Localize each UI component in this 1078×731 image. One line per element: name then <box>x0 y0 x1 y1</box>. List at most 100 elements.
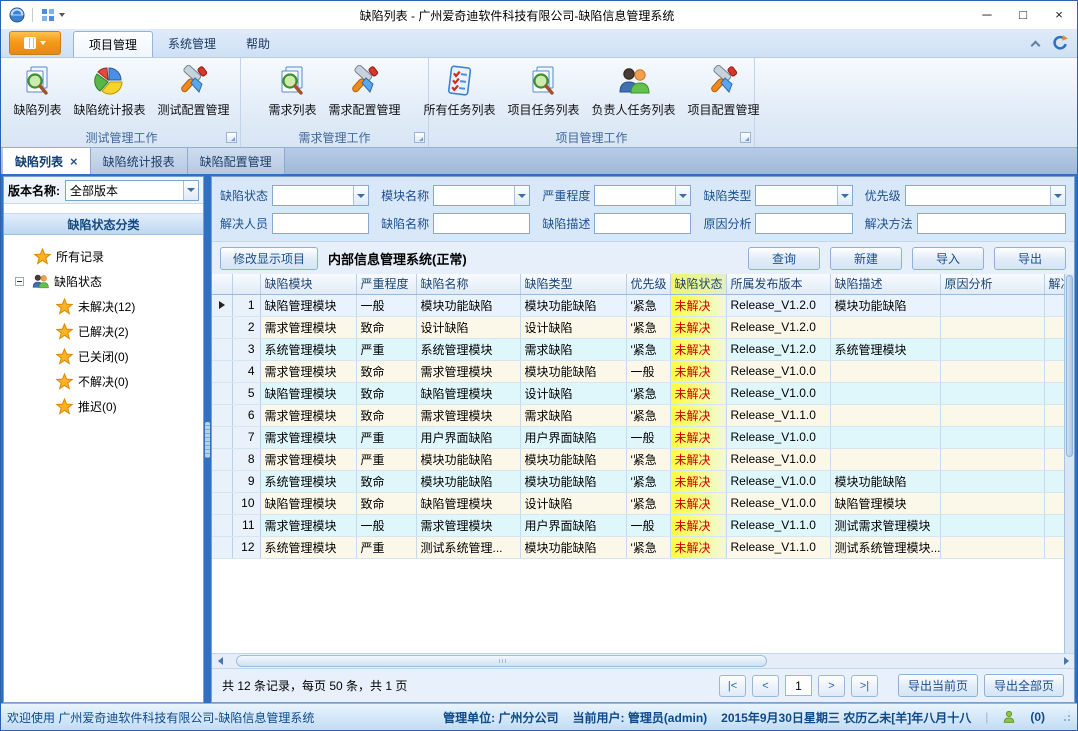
cell-type[interactable]: 需求缺陷 <box>520 338 626 360</box>
dropdown-arrow-icon[interactable] <box>675 186 690 205</box>
ribbon-button[interactable]: 缺陷列表 <box>8 63 66 120</box>
cell-solution[interactable] <box>1044 536 1064 558</box>
cell-priority[interactable]: '紧急 <box>626 470 670 492</box>
cell-priority[interactable]: 一般 <box>626 514 670 536</box>
export-current-page-button[interactable]: 导出当前页 <box>898 674 978 697</box>
cell-release[interactable]: Release_V1.2.0 <box>726 294 830 316</box>
splitter-grip[interactable] <box>205 422 210 458</box>
ribbon-button[interactable]: 项目任务列表 <box>502 63 584 120</box>
column-header[interactable]: 缺陷状态 <box>670 274 726 294</box>
cell-description[interactable]: 测试需求管理模块 <box>830 514 940 536</box>
cell-status[interactable]: 未解决 <box>670 360 726 382</box>
ribbon-button[interactable]: 缺陷统计报表 <box>68 63 150 120</box>
cell-name[interactable]: 系统管理模块 <box>416 338 520 360</box>
cell-release[interactable]: Release_V1.0.0 <box>726 426 830 448</box>
cell-description[interactable] <box>830 448 940 470</box>
cell-priority[interactable]: 一般 <box>626 360 670 382</box>
cell-module[interactable]: 系统管理模块 <box>260 470 356 492</box>
cell-module[interactable]: 需求管理模块 <box>260 404 356 426</box>
cell-name[interactable]: 模块功能缺陷 <box>416 294 520 316</box>
first-page-button[interactable]: |< <box>719 675 746 697</box>
ribbon-button[interactable]: 需求配置管理 <box>324 63 406 120</box>
next-page-button[interactable]: > <box>818 675 845 697</box>
horizontal-scrollbar-track[interactable] <box>228 654 1058 668</box>
column-header[interactable]: 缺陷名称 <box>416 274 520 294</box>
layout-icon[interactable] <box>40 7 56 23</box>
tree-expander-icon[interactable] <box>15 277 24 286</box>
cell-severity[interactable]: 致命 <box>356 404 416 426</box>
help-icon[interactable] <box>1051 34 1069 52</box>
cell-type[interactable]: 用户界面缺陷 <box>520 426 626 448</box>
table-row[interactable]: 1 缺陷管理模块 一般 模块功能缺陷 模块功能缺陷 '紧急 未解决 Releas… <box>212 294 1064 316</box>
filter-input[interactable] <box>917 213 1066 234</box>
ribbon-button[interactable]: 需求列表 <box>263 63 321 120</box>
cell-solution[interactable] <box>1044 448 1064 470</box>
filter-input[interactable] <box>272 213 369 234</box>
cell-severity[interactable]: 致命 <box>356 382 416 404</box>
cell-status[interactable]: 未解决 <box>670 448 726 470</box>
vertical-scrollbar[interactable] <box>1064 274 1074 653</box>
action-button[interactable]: 新建 <box>830 247 902 270</box>
cell-name[interactable]: 模块功能缺陷 <box>416 448 520 470</box>
cell-priority[interactable]: '紧急 <box>626 492 670 514</box>
cell-status[interactable]: 未解决 <box>670 426 726 448</box>
cell-severity[interactable]: 一般 <box>356 294 416 316</box>
document-tab[interactable]: 缺陷统计报表 <box>91 148 188 174</box>
cell-name[interactable]: 缺陷管理模块 <box>416 492 520 514</box>
cell-status[interactable]: 未解决 <box>670 536 726 558</box>
horizontal-scrollbar[interactable] <box>212 653 1074 668</box>
cell-severity[interactable]: 一般 <box>356 514 416 536</box>
cell-status[interactable]: 未解决 <box>670 492 726 514</box>
cell-release[interactable]: Release_V1.1.0 <box>726 404 830 426</box>
cell-priority[interactable]: '紧急 <box>626 404 670 426</box>
dialog-launcher-icon[interactable] <box>740 132 751 143</box>
cell-priority[interactable]: '紧急 <box>626 536 670 558</box>
table-row[interactable]: 7 需求管理模块 严重 用户界面缺陷 用户界面缺陷 一般 未解决 Release… <box>212 426 1064 448</box>
dropdown-arrow-icon[interactable] <box>353 186 368 205</box>
action-button[interactable]: 查询 <box>748 247 820 270</box>
cell-description[interactable] <box>830 426 940 448</box>
cell-solution[interactable] <box>1044 316 1064 338</box>
filter-combo[interactable] <box>594 185 691 206</box>
table-row[interactable]: 4 需求管理模块 致命 需求管理模块 模块功能缺陷 一般 未解决 Release… <box>212 360 1064 382</box>
cell-status[interactable]: 未解决 <box>670 514 726 536</box>
cell-severity[interactable]: 严重 <box>356 338 416 360</box>
cell-name[interactable]: 缺陷管理模块 <box>416 382 520 404</box>
cell-name[interactable]: 设计缺陷 <box>416 316 520 338</box>
scroll-left-icon[interactable] <box>212 654 228 668</box>
table-row[interactable]: 11 需求管理模块 一般 需求管理模块 用户界面缺陷 一般 未解决 Releas… <box>212 514 1064 536</box>
cell-type[interactable]: 模块功能缺陷 <box>520 294 626 316</box>
cell-module[interactable]: 缺陷管理模块 <box>260 382 356 404</box>
filter-input[interactable] <box>433 213 530 234</box>
cell-status[interactable]: 未解决 <box>670 316 726 338</box>
cell-solution[interactable] <box>1044 338 1064 360</box>
filter-input[interactable] <box>755 213 852 234</box>
horizontal-scrollbar-thumb[interactable] <box>236 655 767 667</box>
cell-priority[interactable]: '紧急 <box>626 338 670 360</box>
prev-page-button[interactable]: < <box>752 675 779 697</box>
table-row[interactable]: 6 需求管理模块 致命 需求管理模块 需求缺陷 '紧急 未解决 Release_… <box>212 404 1064 426</box>
filter-combo[interactable] <box>272 185 369 206</box>
cell-priority[interactable]: '紧急 <box>626 294 670 316</box>
tree-item[interactable]: 不解决(0) <box>4 369 203 394</box>
cell-type[interactable]: 用户界面缺陷 <box>520 514 626 536</box>
dialog-launcher-icon[interactable] <box>226 132 237 143</box>
cell-cause[interactable] <box>940 360 1044 382</box>
cell-priority[interactable]: '紧急 <box>626 448 670 470</box>
table-row[interactable]: 5 缺陷管理模块 致命 缺陷管理模块 设计缺陷 '紧急 未解决 Release_… <box>212 382 1064 404</box>
cell-name[interactable]: 需求管理模块 <box>416 360 520 382</box>
cell-severity[interactable]: 严重 <box>356 426 416 448</box>
filter-combo[interactable] <box>755 185 852 206</box>
cell-release[interactable]: Release_V1.0.0 <box>726 382 830 404</box>
dropdown-arrow-icon[interactable] <box>183 181 198 200</box>
cell-severity[interactable]: 致命 <box>356 470 416 492</box>
application-menu-button[interactable] <box>9 31 61 55</box>
cell-name[interactable]: 用户界面缺陷 <box>416 426 520 448</box>
cell-status[interactable]: 未解决 <box>670 470 726 492</box>
cell-cause[interactable] <box>940 382 1044 404</box>
table-row[interactable]: 10 缺陷管理模块 致命 缺陷管理模块 设计缺陷 '紧急 未解决 Release… <box>212 492 1064 514</box>
cell-solution[interactable] <box>1044 514 1064 536</box>
ribbon-button[interactable]: 测试配置管理 <box>153 63 235 120</box>
page-number-input[interactable] <box>785 675 812 696</box>
cell-release[interactable]: Release_V1.0.0 <box>726 470 830 492</box>
